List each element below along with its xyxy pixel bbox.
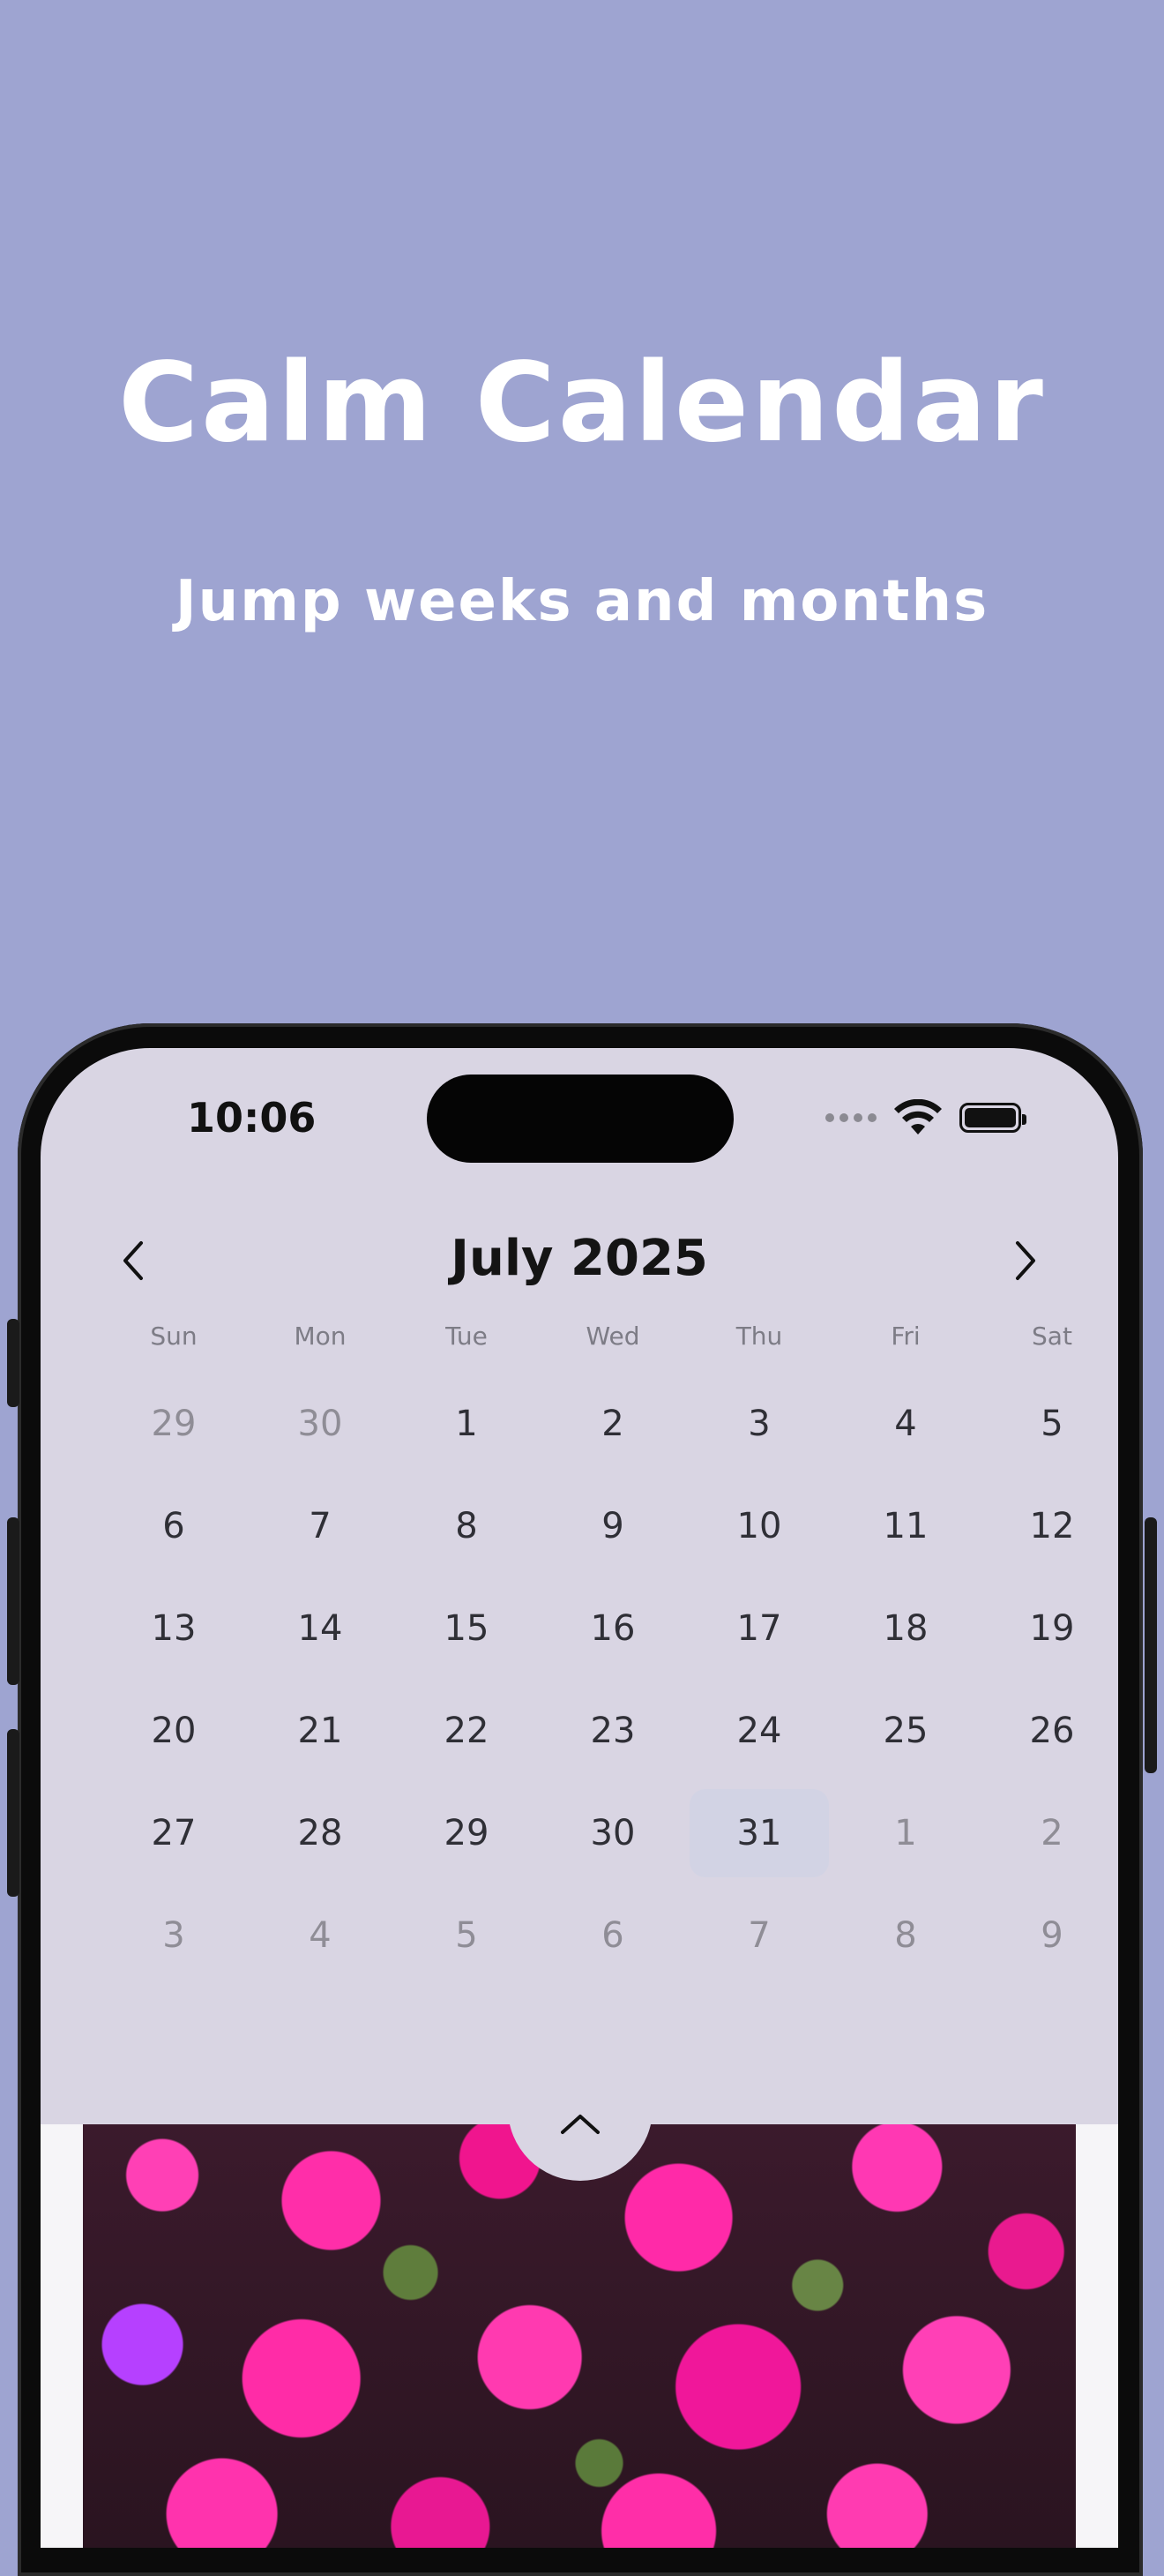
calendar-day-selected[interactable]: 31 (690, 1789, 829, 1877)
calendar-day[interactable]: 20 (104, 1687, 243, 1775)
calendar-day[interactable]: 8 (397, 1482, 536, 1570)
calendar-day[interactable]: 30 (543, 1789, 683, 1877)
calendar-day[interactable]: 8 (836, 1891, 975, 1980)
dynamic-island (427, 1075, 734, 1163)
calendar-day[interactable]: 21 (250, 1687, 390, 1775)
calendar-day[interactable]: 9 (982, 1891, 1118, 1980)
calendar-day[interactable]: 30 (250, 1380, 390, 1468)
calendar-day[interactable]: 28 (250, 1789, 390, 1877)
flower-photo (83, 2124, 1076, 2548)
calendar-day[interactable]: 12 (982, 1482, 1118, 1570)
hero-subtitle: Jump weeks and months (175, 569, 989, 634)
status-icons (825, 1099, 1026, 1136)
phone-side-button (1145, 1517, 1157, 1773)
calendar-day[interactable]: 29 (104, 1380, 243, 1468)
chevron-up-icon (561, 2115, 600, 2134)
battery-icon (959, 1103, 1026, 1133)
weekday-label: Fri (891, 1322, 921, 1351)
month-title: July 2025 (451, 1230, 708, 1287)
status-time: 10:06 (187, 1094, 317, 1142)
calendar-day[interactable]: 22 (397, 1687, 536, 1775)
calendar-day[interactable]: 2 (982, 1789, 1118, 1877)
calendar-day[interactable]: 17 (690, 1584, 829, 1673)
weekday-label: Sun (150, 1322, 198, 1351)
calendar-day[interactable]: 5 (982, 1380, 1118, 1468)
calendar-day[interactable]: 10 (690, 1482, 829, 1570)
calendar-day[interactable]: 3 (104, 1891, 243, 1980)
chevron-right-icon (1016, 1241, 1035, 1280)
phone-side-button (7, 1319, 19, 1407)
calendar-day[interactable]: 1 (397, 1380, 536, 1468)
calendar-day[interactable]: 9 (543, 1482, 683, 1570)
weekday-label: Tue (445, 1322, 488, 1351)
wifi-icon (894, 1099, 942, 1134)
bottom-sheet (41, 2124, 1118, 2548)
weekday-label: Sat (1032, 1322, 1072, 1351)
calendar-day[interactable]: 5 (397, 1891, 536, 1980)
calendar-day[interactable]: 6 (543, 1891, 683, 1980)
calendar-day[interactable]: 29 (397, 1789, 536, 1877)
calendar-day[interactable]: 16 (543, 1584, 683, 1673)
calendar-day[interactable]: 4 (250, 1891, 390, 1980)
signal-dots-icon (825, 1113, 877, 1122)
weekday-label: Thu (735, 1322, 783, 1351)
calendar-day[interactable]: 23 (543, 1687, 683, 1775)
phone-screen: 10:06 July 2025 Sun Mon Tue Wed Thu Fri … (41, 1048, 1118, 2548)
calendar-day[interactable]: 4 (836, 1380, 975, 1468)
calendar-day[interactable]: 25 (836, 1687, 975, 1775)
hero-title: Calm Calendar (118, 340, 1046, 467)
calendar-day[interactable]: 26 (982, 1687, 1118, 1775)
weekday-label: Mon (294, 1322, 347, 1351)
calendar-day[interactable]: 18 (836, 1584, 975, 1673)
phone-side-button (7, 1729, 19, 1897)
calendar-day[interactable]: 7 (250, 1482, 390, 1570)
calendar-day[interactable]: 2 (543, 1380, 683, 1468)
calendar-day[interactable]: 11 (836, 1482, 975, 1570)
calendar-day[interactable]: 13 (104, 1584, 243, 1673)
calendar-day[interactable]: 24 (690, 1687, 829, 1775)
calendar-day[interactable]: 1 (836, 1789, 975, 1877)
next-month-button[interactable] (995, 1230, 1056, 1292)
calendar-grid: 29 30 1 2 3 4 5 6 7 8 9 10 11 12 13 14 1… (101, 1373, 1118, 1987)
calendar-day[interactable]: 14 (250, 1584, 390, 1673)
calendar-day[interactable]: 15 (397, 1584, 536, 1673)
weekday-header-row: Sun Mon Tue Wed Thu Fri Sat (101, 1322, 1118, 1351)
phone-side-button (7, 1517, 19, 1685)
calendar-day[interactable]: 7 (690, 1891, 829, 1980)
calendar-header: July 2025 (41, 1221, 1118, 1300)
calendar-day[interactable]: 19 (982, 1584, 1118, 1673)
calendar-day[interactable]: 27 (104, 1789, 243, 1877)
weekday-label: Wed (586, 1322, 640, 1351)
calendar-day[interactable]: 6 (104, 1482, 243, 1570)
calendar-day[interactable]: 3 (690, 1380, 829, 1468)
